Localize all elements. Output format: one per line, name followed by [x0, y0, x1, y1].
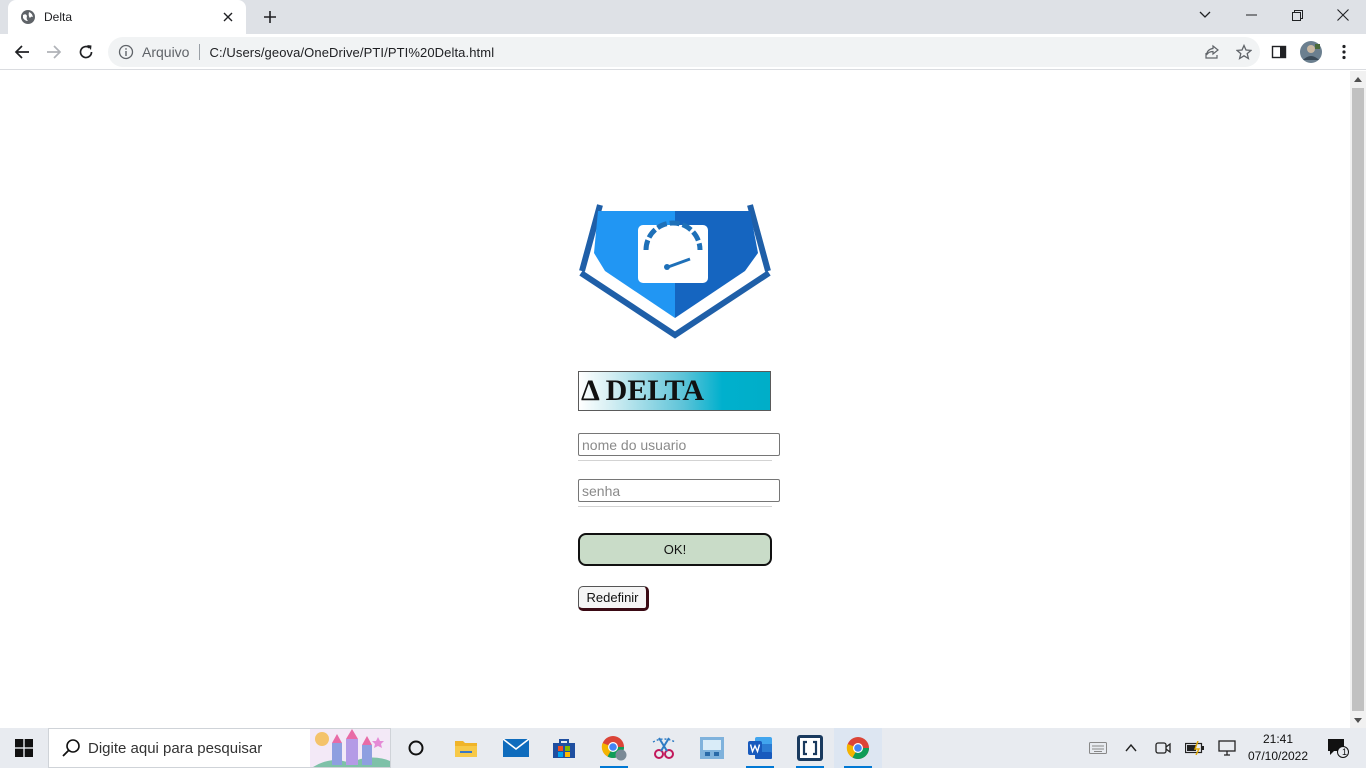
word-app[interactable]: [736, 728, 784, 768]
scroll-up-icon[interactable]: [1350, 71, 1366, 87]
control-panel-app[interactable]: [688, 728, 736, 768]
file-explorer-app[interactable]: [442, 728, 490, 768]
restore-button[interactable]: [1274, 0, 1320, 30]
tab-strip: Delta: [0, 0, 1366, 34]
password-input[interactable]: [578, 479, 780, 502]
browser-menu-button[interactable]: [1330, 38, 1358, 66]
chevron-down-icon: [1199, 11, 1211, 18]
chrome-profile-icon: [601, 736, 627, 761]
security-chip[interactable]: Arquivo: [142, 44, 189, 60]
delta-banner: Δ DELTA: [578, 371, 771, 411]
battery-icon[interactable]: [1179, 728, 1211, 768]
scissors-icon: [652, 737, 676, 759]
info-icon[interactable]: [118, 44, 134, 60]
username-underline: [578, 460, 772, 461]
system-clock[interactable]: 21:41 07/10/2022: [1244, 728, 1312, 768]
search-icon: [61, 738, 81, 758]
taskbar-search[interactable]: Digite aqui para pesquisar: [48, 728, 391, 768]
back-button[interactable]: [8, 38, 36, 66]
touch-keyboard-icon[interactable]: [1082, 728, 1114, 768]
globe-icon: [20, 9, 36, 25]
side-panel-button[interactable]: [1265, 38, 1293, 66]
forward-button[interactable]: [40, 38, 68, 66]
mail-app[interactable]: [492, 728, 540, 768]
clock-date: 07/10/2022: [1247, 749, 1309, 763]
chrome-profile-app[interactable]: [590, 728, 638, 768]
arrow-right-icon: [47, 45, 62, 59]
clock-time: 21:41: [1262, 732, 1294, 746]
more-vert-icon: [1342, 44, 1346, 60]
snipping-tool-app[interactable]: [640, 728, 688, 768]
page-scrollbar[interactable]: [1350, 71, 1366, 728]
minimize-button[interactable]: [1228, 0, 1274, 30]
chrome-icon: [846, 737, 869, 759]
reload-button[interactable]: [72, 38, 100, 66]
notification-count: 1: [1342, 747, 1348, 757]
start-button[interactable]: [0, 728, 48, 768]
url-text[interactable]: C:/Users/geova/OneDrive/PTI/PTI%20Delta.…: [209, 45, 494, 60]
control-panel-icon: [700, 737, 724, 759]
network-icon[interactable]: [1211, 728, 1243, 768]
brackets-editor-app[interactable]: [786, 728, 834, 768]
browser-tab[interactable]: Delta: [8, 0, 246, 34]
delta-logo: [578, 203, 772, 339]
restore-icon: [1291, 9, 1303, 21]
new-tab-button[interactable]: [258, 5, 282, 29]
cortana-button[interactable]: [398, 728, 434, 768]
store-icon: [553, 739, 575, 758]
windows-taskbar: Digite aqui para pesquisar 21:41 07/10/2…: [0, 728, 1366, 768]
brackets-icon: [797, 735, 823, 761]
arrow-left-icon: [14, 45, 29, 59]
profile-avatar[interactable]: [1297, 38, 1325, 66]
username-input[interactable]: [578, 433, 780, 456]
bookmark-star-icon[interactable]: [1228, 37, 1260, 67]
browser-toolbar: Arquivo C:/Users/geova/OneDrive/PTI/PTI%…: [0, 34, 1366, 70]
folder-icon: [455, 741, 477, 757]
mail-icon: [503, 739, 529, 757]
page-viewport: Δ DELTA OK! Redefinir: [0, 71, 1350, 728]
close-tab-icon[interactable]: [220, 9, 236, 25]
password-underline: [578, 506, 772, 507]
omnibox-divider: [199, 44, 201, 60]
store-app[interactable]: [540, 728, 588, 768]
close-icon: [1337, 9, 1349, 21]
ok-button[interactable]: OK!: [578, 533, 772, 566]
scroll-down-icon[interactable]: [1350, 712, 1366, 728]
plus-icon: [264, 11, 276, 23]
tab-title: Delta: [44, 10, 73, 24]
tab-search-button[interactable]: [1182, 0, 1228, 30]
address-bar[interactable]: Arquivo C:/Users/geova/OneDrive/PTI/PTI%…: [108, 37, 1260, 67]
reload-icon: [79, 45, 93, 59]
minimize-icon: [1245, 14, 1257, 16]
avatar-icon: [1300, 41, 1322, 63]
meet-now-icon[interactable]: [1147, 728, 1179, 768]
search-highlight-castle-icon: [310, 729, 390, 767]
chrome-app[interactable]: [834, 728, 882, 768]
show-hidden-icons-chevron-icon[interactable]: [1115, 728, 1147, 768]
windows-logo-icon: [15, 739, 33, 757]
search-placeholder: Digite aqui para pesquisar: [88, 739, 263, 757]
share-icon[interactable]: [1196, 37, 1228, 67]
reset-button[interactable]: Redefinir: [578, 586, 649, 611]
notifications-button[interactable]: 1: [1318, 728, 1358, 768]
cortana-circle-icon: [408, 740, 424, 756]
side-panel-icon: [1271, 45, 1287, 59]
scrollbar-thumb[interactable]: [1352, 88, 1364, 711]
close-window-button[interactable]: [1320, 0, 1366, 30]
word-icon: [748, 737, 772, 759]
